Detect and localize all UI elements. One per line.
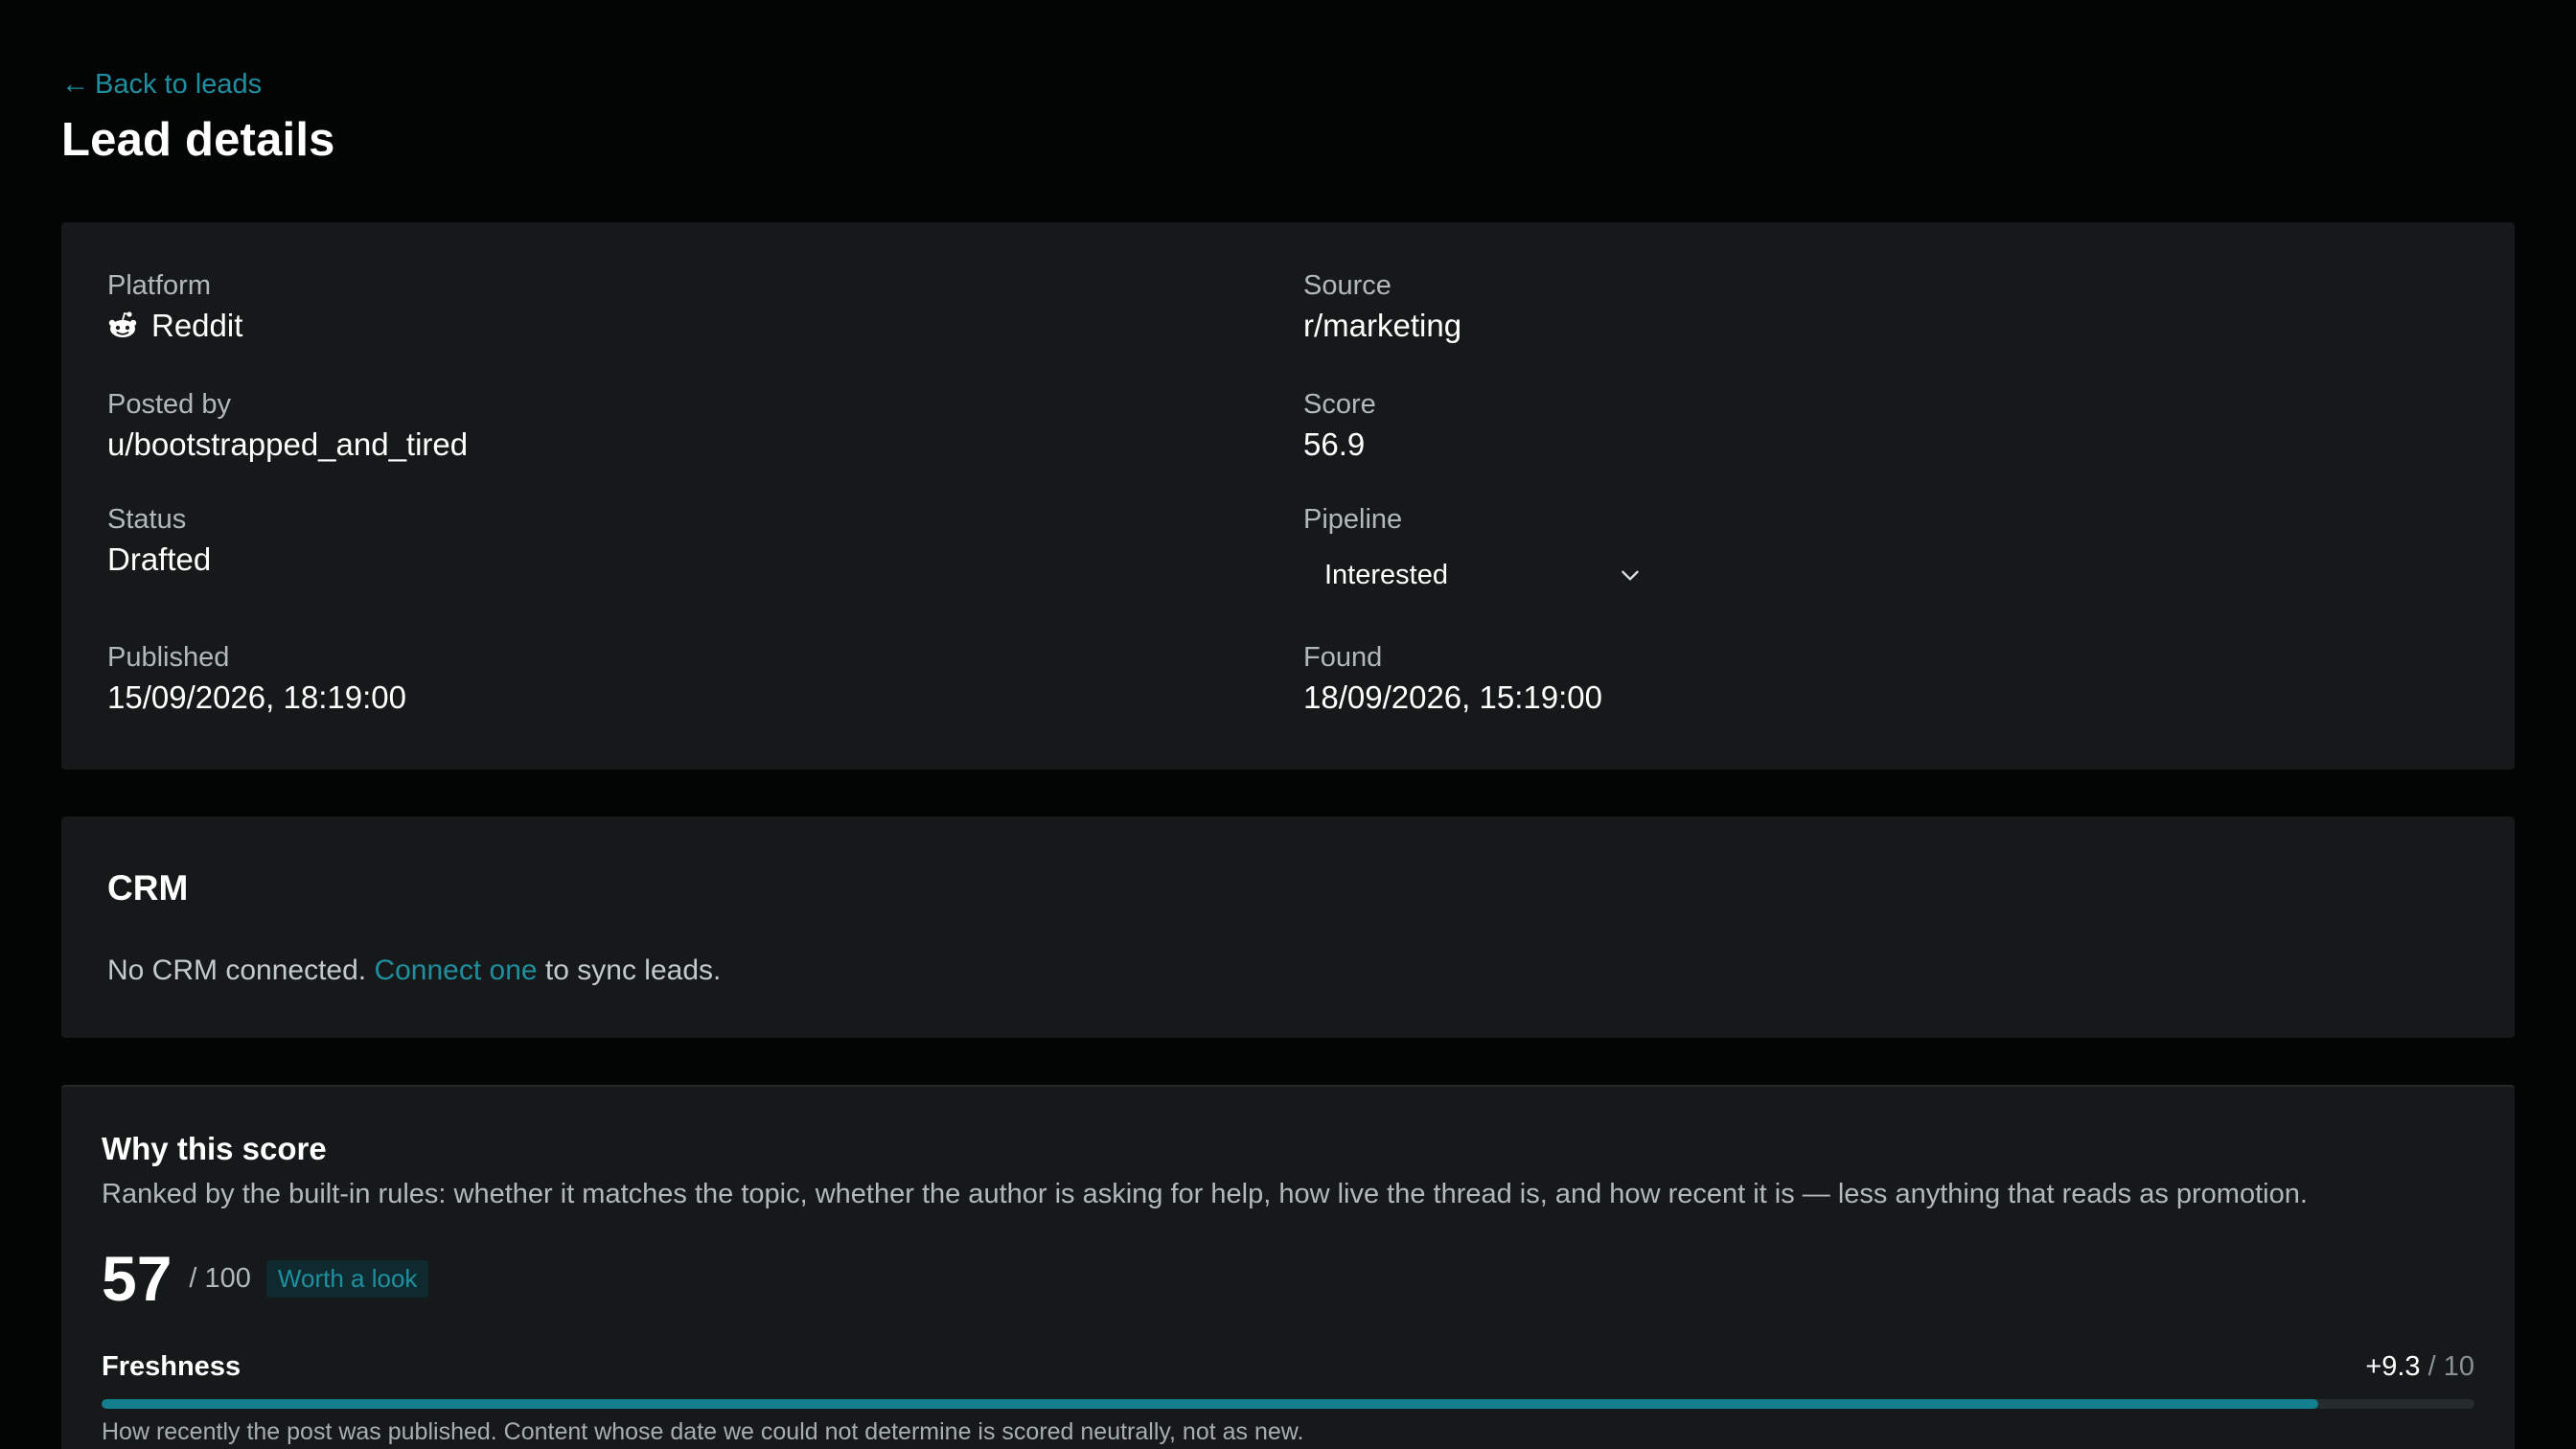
- score-label: Score: [1303, 389, 1376, 420]
- reddit-icon: [108, 311, 137, 337]
- factor-name: Freshness: [102, 1351, 242, 1382]
- score-field: Score 56.9: [1303, 387, 1376, 464]
- pipeline-select[interactable]: Interested: [1303, 554, 1664, 596]
- factor-progress-track: [102, 1399, 2474, 1409]
- crm-text-after: to sync leads.: [537, 954, 722, 986]
- crm-card: CRM No CRM connected. Connect one to syn…: [61, 816, 2515, 1038]
- platform-name: Reddit: [151, 308, 243, 343]
- score-value: 56.9: [1303, 426, 1366, 462]
- published-label: Published: [107, 642, 230, 673]
- score-breakdown-title: Why this score: [102, 1131, 327, 1166]
- platform-label: Platform: [107, 270, 211, 301]
- pipeline-field: Pipeline Interested: [1303, 502, 1664, 596]
- score-max: / 100: [189, 1262, 251, 1294]
- factor-max: / 10: [2427, 1351, 2474, 1382]
- pipeline-label: Pipeline: [1303, 504, 1403, 535]
- posted-by-label: Posted by: [107, 389, 231, 420]
- back-to-leads-link[interactable]: ← Back to leads: [61, 69, 262, 101]
- status-value: Drafted: [107, 541, 212, 577]
- score-badge: Worth a look: [265, 1259, 429, 1298]
- factor-points: +9.3: [2365, 1351, 2421, 1382]
- source-label: Source: [1303, 270, 1392, 301]
- crm-title: CRM: [107, 868, 189, 908]
- factor-description: How recently the post was published. Con…: [102, 1418, 1304, 1445]
- crm-status-text: No CRM connected. Connect one to sync le…: [107, 954, 721, 987]
- platform-value: Reddit: [107, 307, 242, 345]
- chevron-down-icon: [1622, 570, 1639, 581]
- status-label: Status: [107, 504, 187, 535]
- posted-by-value: u/bootstrapped_and_tired: [107, 426, 469, 462]
- connect-crm-link[interactable]: Connect one: [374, 954, 537, 986]
- back-link-label: Back to leads: [95, 69, 263, 100]
- found-value: 18/09/2026, 15:19:00: [1303, 679, 1602, 715]
- published-field: Published 15/09/2026, 18:19:00: [107, 640, 406, 717]
- found-label: Found: [1303, 642, 1383, 673]
- pipeline-selected-value: Interested: [1324, 559, 1448, 590]
- factor-progress-fill: [102, 1399, 2318, 1409]
- factor-value: +9.3 / 10: [2365, 1351, 2474, 1383]
- source-value: r/marketing: [1303, 308, 1462, 343]
- lead-details-page: ← Back to leads Lead details Platform Re…: [0, 0, 2576, 1449]
- arrow-left-icon: ←: [61, 69, 89, 100]
- source-field: Source r/marketing: [1303, 268, 1461, 345]
- found-field: Found 18/09/2026, 15:19:00: [1303, 640, 1602, 717]
- status-field: Status Drafted: [107, 502, 211, 579]
- published-value: 15/09/2026, 18:19:00: [107, 679, 406, 715]
- crm-text-before: No CRM connected.: [107, 954, 375, 986]
- score-total: 57: [102, 1243, 172, 1314]
- posted-by-field: Posted by u/bootstrapped_and_tired: [107, 387, 468, 464]
- score-breakdown-description: Ranked by the built-in rules: whether it…: [102, 1179, 2308, 1209]
- score-summary: 57 / 100 Worth a look: [102, 1240, 429, 1317]
- platform-field: Platform Reddit: [107, 268, 242, 345]
- lead-details-card: Platform Reddit Source r/marketing Poste…: [61, 222, 2515, 770]
- score-breakdown-card: Why this score Ranked by the built-in ru…: [61, 1085, 2515, 1449]
- page-title: Lead details: [61, 114, 335, 166]
